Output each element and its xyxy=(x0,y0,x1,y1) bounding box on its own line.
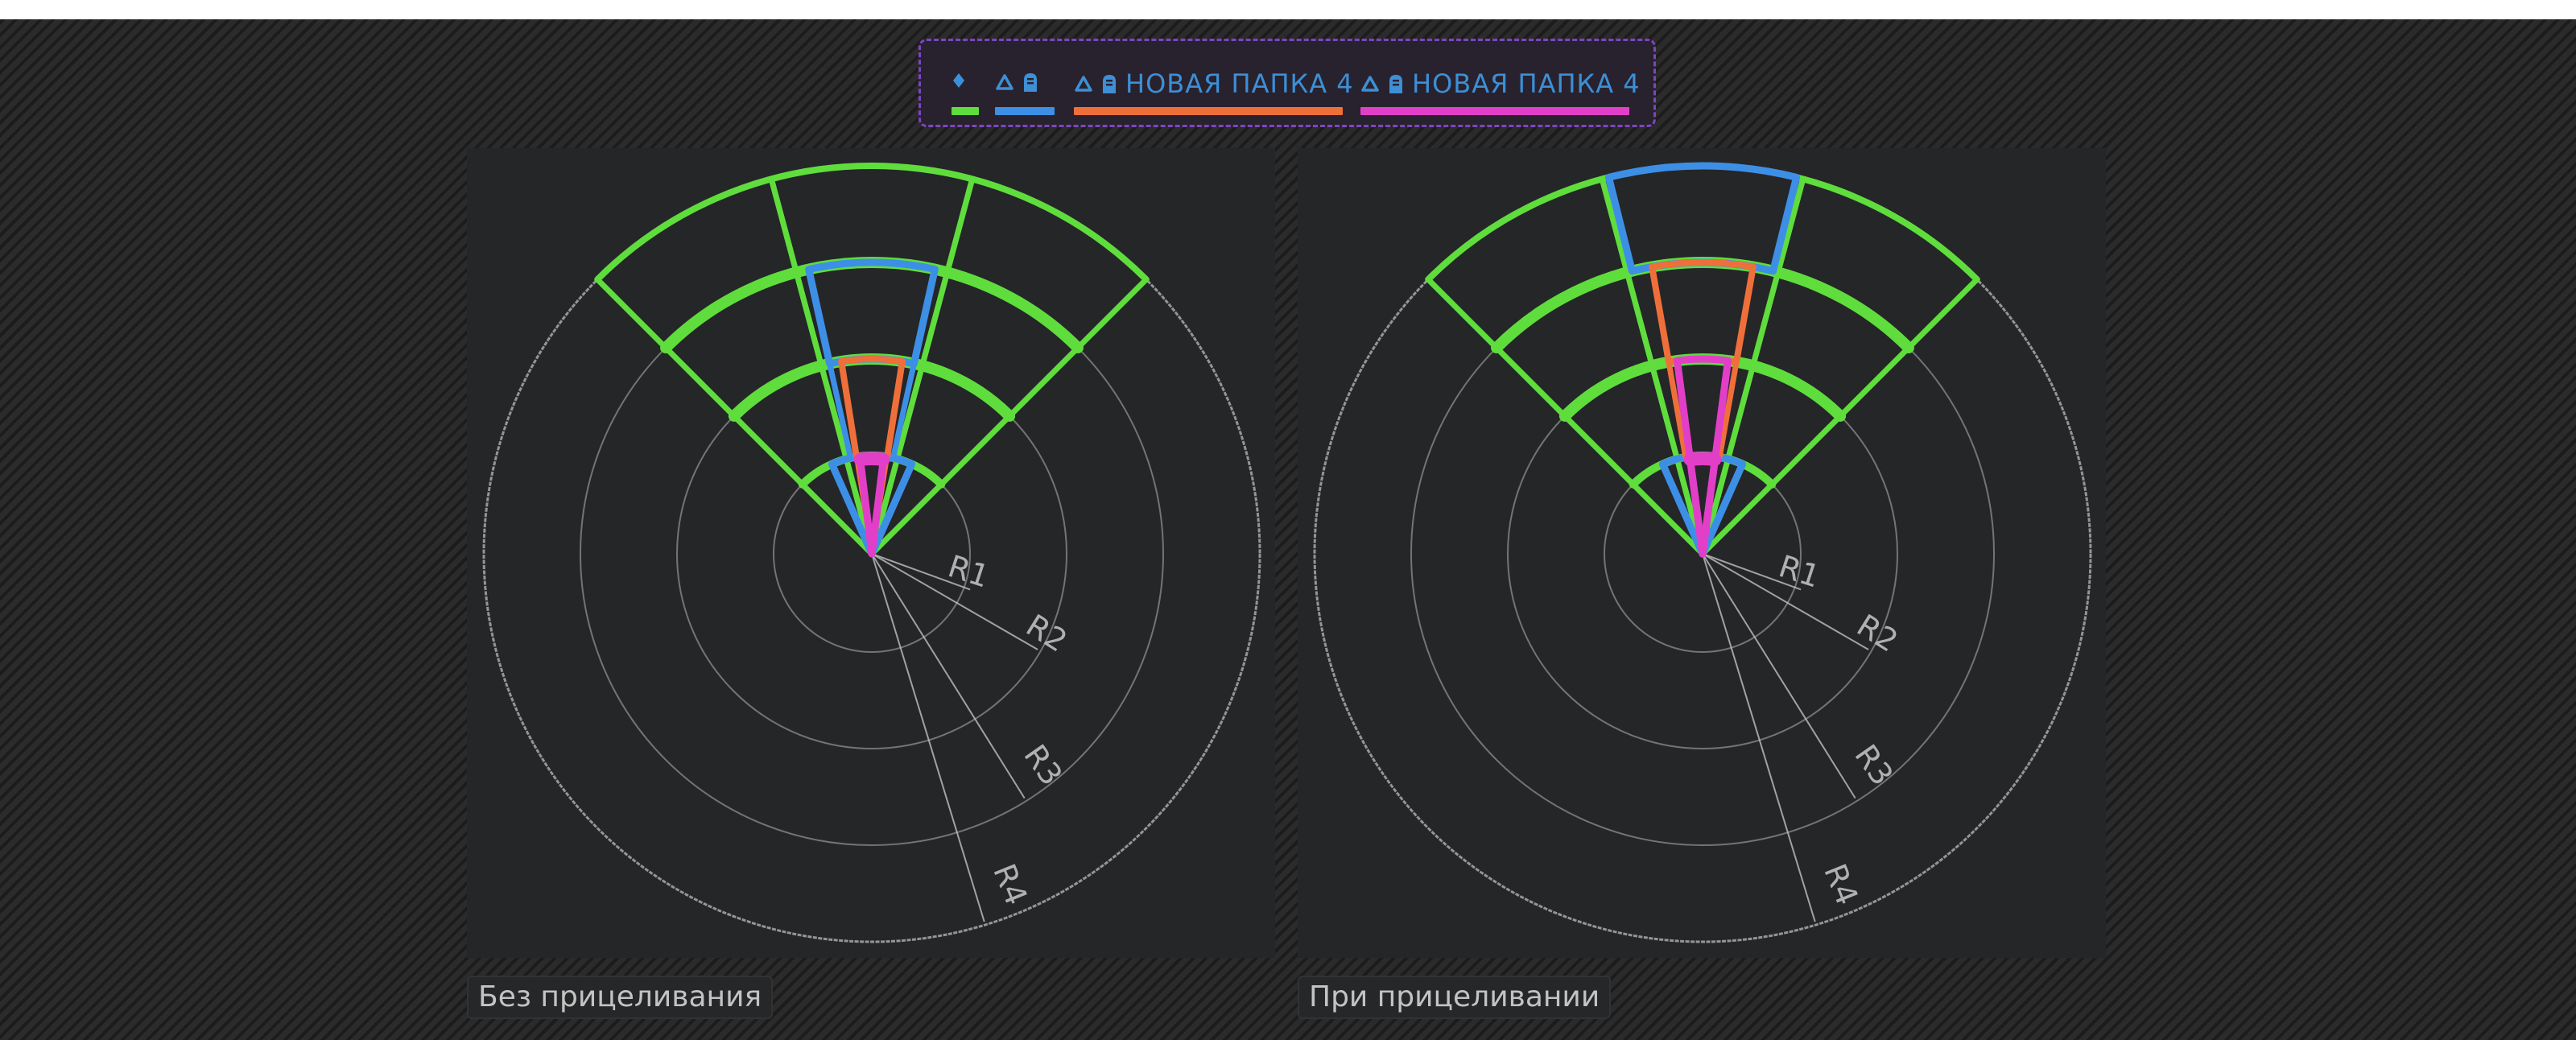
radius-marker-line xyxy=(871,553,1026,799)
spread-diagram-aim: R1 R2 R3 R4 xyxy=(1313,162,2092,943)
legend: НОВАЯ ПАПКА 4 НОВАЯ ПАПКА 4 xyxy=(919,39,1656,127)
legend-label: НОВАЯ ПАПКА 4 xyxy=(1412,68,1641,99)
radius-label: R2 xyxy=(1020,608,1073,659)
tombstone-icon xyxy=(1024,73,1037,92)
legend-label: НОВАЯ ПАПКА 4 xyxy=(1125,68,1354,99)
radius-label: R4 xyxy=(986,859,1034,910)
triangle-icon xyxy=(1075,76,1092,92)
triangle-icon xyxy=(1361,76,1379,92)
green-spread-cell xyxy=(768,163,976,275)
radius-label: R4 xyxy=(1817,859,1865,910)
blue-spread-cell xyxy=(805,258,939,368)
legend-swatch-pink xyxy=(1360,107,1629,115)
green-arc-thick xyxy=(660,257,1084,354)
green-arc-thick xyxy=(1558,353,1847,422)
legend-swatch-blue xyxy=(995,107,1055,115)
green-arc-thick xyxy=(728,353,1016,422)
radius-label: R3 xyxy=(1017,738,1069,792)
radius-label: R1 xyxy=(1775,548,1825,594)
legend-swatch-orange xyxy=(1074,107,1343,115)
pink-arc xyxy=(1683,452,1722,467)
radius-marker-line xyxy=(1702,553,1856,799)
tombstone-icon xyxy=(1389,75,1402,93)
blue-spread-cell xyxy=(1604,162,1801,275)
orange-spread-cell xyxy=(838,356,906,460)
tombstone-icon xyxy=(1103,75,1116,93)
triangle-icon xyxy=(996,74,1013,90)
caption-no-aim: Без прицеливания xyxy=(467,976,774,1019)
orange-spread-cell xyxy=(1649,259,1757,365)
green-spread-cell xyxy=(818,356,926,462)
green-spread-cell xyxy=(1599,163,1806,275)
diagram-panel-aim: R1 R2 R3 R4 xyxy=(1298,148,2106,958)
spread-diagram-no-aim: R1 R2 R3 R4 xyxy=(482,163,1261,943)
diamond-icon xyxy=(953,73,964,88)
radius-label: R1 xyxy=(944,548,994,594)
diagram-panel-no-aim: R1 R2 R3 R4 xyxy=(467,148,1275,958)
green-arc-thick xyxy=(1491,257,1914,354)
radius-label: R3 xyxy=(1847,738,1900,792)
caption-aim: При прицеливании xyxy=(1298,976,1612,1019)
green-spread-cell xyxy=(1649,356,1757,462)
top-strip xyxy=(0,0,2576,19)
legend-swatch-green xyxy=(952,107,979,115)
radius-label: R2 xyxy=(1851,608,1904,659)
pink-arc xyxy=(853,452,890,466)
